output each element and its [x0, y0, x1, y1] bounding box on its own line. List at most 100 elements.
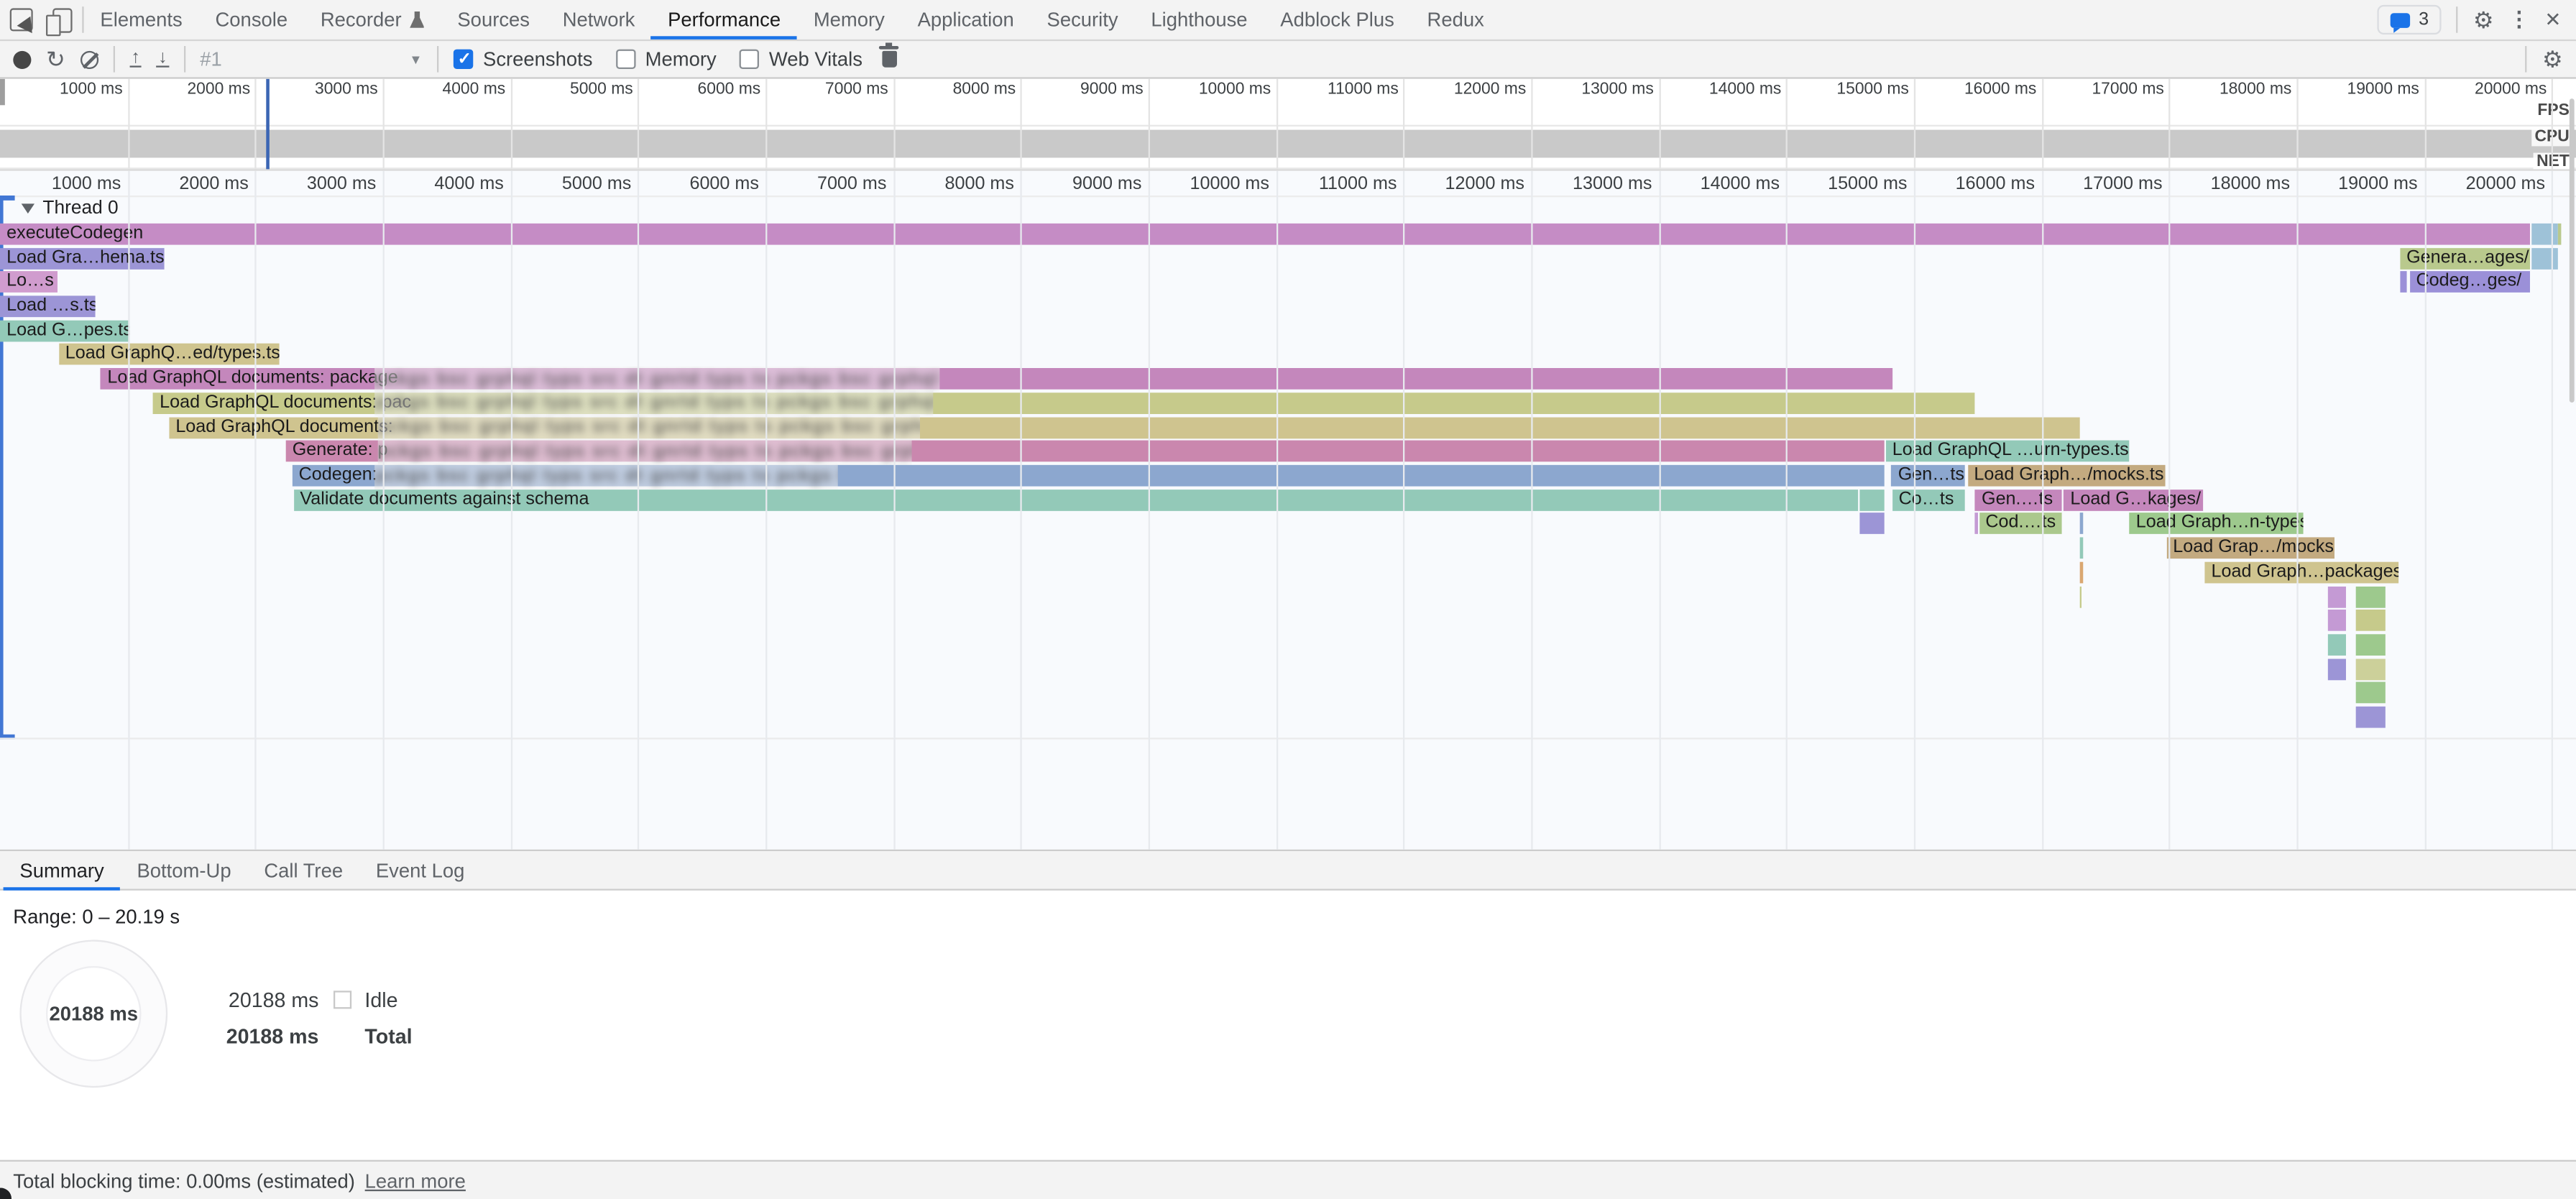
range-label: Range: 0 – 20.19 s: [13, 905, 180, 928]
flame-event[interactable]: Load G…kages/: [2064, 489, 2203, 510]
flame-event[interactable]: [2558, 223, 2562, 244]
flame-event[interactable]: [2079, 538, 2082, 559]
tab-console[interactable]: Console: [199, 0, 304, 40]
flame-event[interactable]: Load …s.ts: [0, 295, 96, 317]
flame-event[interactable]: [2357, 683, 2386, 704]
tab-memory[interactable]: Memory: [797, 0, 901, 40]
tab-security[interactable]: Security: [1031, 0, 1135, 40]
issues-badge-button[interactable]: 3: [2378, 5, 2442, 35]
tab-call-tree[interactable]: Call Tree: [247, 851, 359, 889]
flame-event[interactable]: [2357, 707, 2386, 728]
save-profile-icon[interactable]: ↓: [157, 51, 169, 68]
flame-event[interactable]: Generate: ppckgs bsc grphql typs src dt …: [286, 441, 1884, 462]
flame-event[interactable]: [2079, 561, 2082, 583]
flame-event[interactable]: [2357, 586, 2386, 607]
trash-icon[interactable]: [882, 51, 897, 68]
checkbox-unchecked-icon[interactable]: [615, 50, 635, 69]
flame-event[interactable]: [2079, 586, 2082, 607]
flame-event[interactable]: [2400, 272, 2407, 293]
tab-network[interactable]: Network: [546, 0, 651, 40]
flame-event[interactable]: [2328, 586, 2347, 607]
ruler-tick-label: 1000 ms: [0, 174, 121, 193]
flame-event[interactable]: [2079, 513, 2082, 535]
ruler-tick-label: 15000 ms: [1790, 81, 1909, 98]
tab-adblock-plus[interactable]: Adblock Plus: [1264, 0, 1410, 40]
flame-event[interactable]: [2357, 658, 2386, 680]
flame-event[interactable]: Load Graph…n-types.ts: [2130, 513, 2303, 535]
flame-event[interactable]: [1859, 513, 1885, 535]
flame-event[interactable]: Cod.…ts: [1979, 513, 2062, 535]
flame-event[interactable]: [2328, 610, 2347, 632]
device-toolbar-icon[interactable]: [52, 7, 72, 32]
record-button[interactable]: [13, 50, 31, 68]
flame-event[interactable]: Load GraphQ…ed/types.ts: [59, 344, 280, 366]
flame-event[interactable]: Genera…ages/: [2400, 247, 2530, 269]
gridline: [1531, 171, 1532, 850]
timeline-overview[interactable]: FPS CPU NET 1000 ms2000 ms3000 ms4000 ms…: [0, 79, 2576, 171]
flame-chart[interactable]: Thread 0 executeCodegen Load Gra…hema.ts G…: [0, 171, 2576, 850]
flame-event[interactable]: [2357, 610, 2386, 632]
flame-event[interactable]: [1975, 513, 1978, 535]
inspect-element-icon[interactable]: [10, 8, 33, 31]
flame-event[interactable]: Codegen:pckgs bsc grphql typs src dt gnr…: [292, 465, 1885, 487]
flame-event[interactable]: Load G…pes.ts: [0, 320, 130, 341]
close-devtools-icon[interactable]: ✕: [2544, 8, 2561, 31]
tab-bottom-up[interactable]: Bottom-Up: [121, 851, 248, 889]
collapse-triangle-icon[interactable]: [22, 203, 34, 213]
flame-event[interactable]: Load Graph…/mocks.ts: [1967, 465, 2166, 487]
gridline: [1149, 171, 1150, 850]
flame-event[interactable]: Gen.…ts: [1975, 489, 2062, 510]
tab-redux[interactable]: Redux: [1411, 0, 1501, 40]
flame-event-label: Load Graph…n-types.ts: [2130, 513, 2303, 535]
tab-event-log[interactable]: Event Log: [359, 851, 481, 889]
flame-event[interactable]: Gen…ts: [1892, 465, 1965, 487]
tab-summary[interactable]: Summary: [4, 851, 121, 889]
load-profile-icon[interactable]: ↑: [129, 51, 142, 68]
recording-session-select[interactable]: #1: [200, 47, 222, 70]
gridline: [255, 79, 257, 170]
vertical-scrollbar-thumb[interactable]: [2570, 98, 2575, 403]
reload-and-record-icon[interactable]: ↻: [46, 50, 65, 69]
flame-event[interactable]: [2532, 223, 2557, 244]
flame-event[interactable]: Load Grap…/mocks.ts: [2166, 538, 2334, 559]
flame-event[interactable]: [2532, 247, 2557, 269]
checkbox-memory[interactable]: Memory: [615, 47, 716, 70]
flame-event[interactable]: [2357, 634, 2386, 656]
flame-event[interactable]: Co…ts: [1892, 489, 1964, 510]
flame-event[interactable]: Load GraphQL …urn-types.ts: [1886, 441, 2130, 462]
flame-event[interactable]: [1859, 489, 1885, 510]
ruler-tick-label: 5000 ms: [515, 81, 633, 98]
settings-gear-icon[interactable]: ⚙: [2473, 8, 2494, 31]
flame-event[interactable]: Load Gra…hema.ts: [0, 247, 165, 269]
checkbox-screenshots[interactable]: Screenshots: [454, 47, 593, 70]
message-bubble-icon: [2391, 12, 2410, 27]
flame-event[interactable]: Load GraphQL documents:pckgs bsc grphql …: [169, 417, 2079, 438]
checkbox-checked-icon[interactable]: [454, 50, 473, 69]
capture-settings-gear-icon[interactable]: ⚙: [2542, 47, 2563, 70]
clear-recording-icon[interactable]: [80, 50, 98, 68]
gridline: [1914, 171, 1915, 850]
flame-event[interactable]: Load Graph…packages/: [2204, 561, 2398, 583]
flame-event[interactable]: [2328, 658, 2347, 680]
flame-event-label: executeCodegen: [0, 223, 2530, 244]
flame-event[interactable]: Validate documents against schema: [293, 489, 1857, 510]
gridline: [765, 171, 767, 850]
tab-recorder[interactable]: Recorder: [304, 0, 441, 40]
tab-sources[interactable]: Sources: [441, 0, 546, 40]
thread-header[interactable]: Thread 0: [22, 199, 119, 219]
tab-lighthouse[interactable]: Lighthouse: [1134, 0, 1264, 40]
flame-event[interactable]: [2328, 634, 2347, 656]
checkbox-web-vitals[interactable]: Web Vitals: [740, 47, 862, 70]
chevron-down-icon[interactable]: ▼: [409, 52, 422, 67]
tab-elements[interactable]: Elements: [84, 0, 199, 40]
flame-event[interactable]: Codeg…ges/: [2409, 272, 2530, 293]
learn-more-link[interactable]: Learn more: [365, 1169, 466, 1192]
flame-event[interactable]: Load GraphQL documents: pacpckgs bsc grp…: [153, 392, 1975, 414]
tab-application[interactable]: Application: [901, 0, 1031, 40]
flame-event[interactable]: Lo…s: [0, 272, 58, 293]
checkbox-unchecked-icon[interactable]: [740, 50, 759, 69]
flame-event[interactable]: Load GraphQL documents: packagepckgs bsc…: [101, 368, 1892, 390]
kebab-menu-icon[interactable]: ⋮: [2508, 6, 2530, 33]
flame-event[interactable]: executeCodegen: [0, 223, 2530, 244]
tab-performance[interactable]: Performance: [651, 0, 797, 40]
